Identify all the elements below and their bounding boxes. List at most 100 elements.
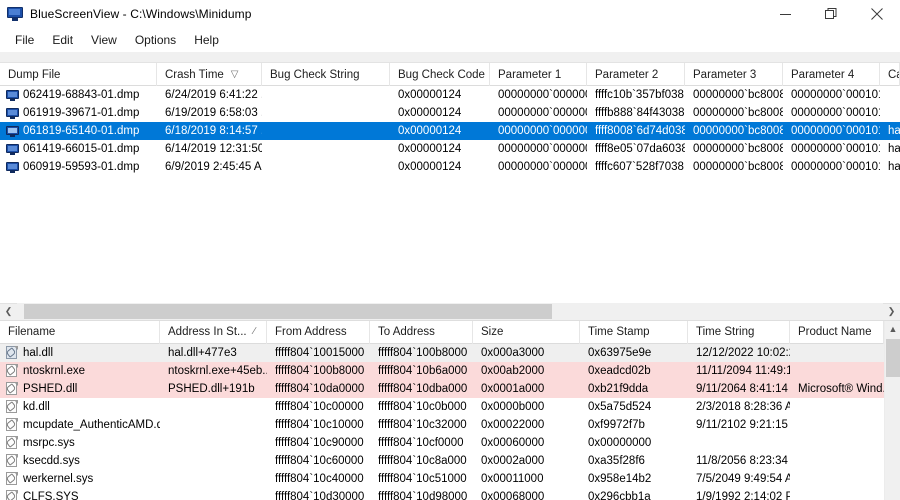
dumps-column-bug-check-string[interactable]: Bug Check String <box>262 63 390 86</box>
cell-from-address: fffff804`10c40000 <box>275 472 364 485</box>
cell-filename: hal.dll <box>0 344 160 362</box>
chevron-left-icon[interactable]: ❮ <box>0 303 17 320</box>
column-label: Filename <box>8 326 56 339</box>
file-icon <box>5 418 18 432</box>
dump-files-body[interactable]: 062419-68843-01.dmp 6/24/2019 6:41:22 ...… <box>0 86 900 303</box>
cell-crash-time: 6/9/2019 2:45:45 AM <box>165 161 262 173</box>
column-label: Parameter 3 <box>693 68 757 81</box>
column-label: Address In St... <box>168 326 247 339</box>
table-row[interactable]: hal.dll hal.dll+477e3 fffff804`10015000 fff… <box>0 343 900 362</box>
menu-file[interactable]: File <box>6 31 43 49</box>
cell-address-in-st: PSHED.dll+191b <box>168 382 255 395</box>
cell-crash-time: 6/24/2019 6:41:22 ... <box>165 89 262 101</box>
cell-product-name: Microsoft® Wind.. <box>798 382 884 395</box>
cell-bug-check-code: 0x00000124 <box>398 125 462 137</box>
drivers-column-time-string[interactable]: Time String <box>688 320 790 344</box>
cell-size: 0x00068000 <box>481 490 545 500</box>
cell-to-address: fffff804`10c51000 <box>378 472 467 485</box>
cell-parameter-2: ffffc10b`357bf038 <box>595 89 684 101</box>
monitor-icon <box>6 107 19 119</box>
close-button[interactable] <box>854 0 900 28</box>
column-label: Crash Time <box>165 68 224 81</box>
cell-to-address: fffff804`10d98000 <box>378 490 468 500</box>
table-row[interactable]: msrpc.sys fffff804`10c90000 fffff804`10cf0… <box>0 434 900 452</box>
cell-text: werkernel.sys <box>23 472 94 485</box>
table-row[interactable]: 062419-68843-01.dmp 6/24/2019 6:41:22 ...… <box>0 86 900 104</box>
cell-parameter-1: 00000000`000000... <box>498 125 587 137</box>
file-icon <box>5 346 18 360</box>
drivers-column-to-address[interactable]: To Address <box>370 320 473 344</box>
drivers-header: Filename Address In St... ∕ From Address To … <box>0 320 900 344</box>
dumps-column-parameter-3[interactable]: Parameter 3 <box>685 63 783 86</box>
table-row[interactable]: ksecdd.sys fffff804`10c60000 fffff804`10c8… <box>0 452 900 470</box>
table-row[interactable]: werkernel.sys fffff804`10c40000 fffff804`1… <box>0 470 900 488</box>
column-label: Ca <box>888 68 899 81</box>
drivers-column-product-name[interactable]: Product Name <box>790 320 884 344</box>
minimize-button[interactable] <box>762 0 808 28</box>
cell-time-string: 11/11/2094 11:49:1... <box>696 364 790 377</box>
dumps-column-dump-file[interactable]: Dump File <box>0 63 157 86</box>
cell-text: msrpc.sys <box>23 436 75 449</box>
cell-from-address: fffff804`10d30000 <box>275 490 365 500</box>
cell-time-string: 1/9/1992 2:14:02 PM <box>696 490 790 500</box>
cell-text: mcupdate_AuthenticAMD.dll <box>23 418 160 431</box>
drivers-column-time-stamp[interactable]: Time Stamp <box>580 320 688 344</box>
cell-time-stamp: 0xeadcd02b <box>588 364 651 377</box>
vertical-scrollbar[interactable]: ▲ <box>884 320 900 500</box>
cell-time-stamp: 0x5a75d524 <box>588 400 652 413</box>
dumps-column-crash-time[interactable]: Crash Time ▽ <box>157 63 262 86</box>
table-row[interactable]: 061919-39671-01.dmp 6/19/2019 6:58:03 ...… <box>0 104 900 122</box>
table-row[interactable]: mcupdate_AuthenticAMD.dll fffff804`10c100… <box>0 416 900 434</box>
bluescreenview-window: BlueScreenView - C:\Windows\Minidump Fil… <box>0 0 900 500</box>
file-icon <box>5 490 18 500</box>
dumps-column-bug-check-code[interactable]: Bug Check Code <box>390 63 490 86</box>
cell-filename: ntoskrnl.exe <box>0 362 160 380</box>
drivers-list[interactable]: Filename Address In St... ∕ From Address To … <box>0 320 900 500</box>
toolbar-strip <box>0 52 900 63</box>
cell-size: 0x00060000 <box>481 436 545 449</box>
vscroll-thumb[interactable] <box>886 338 900 377</box>
menu-edit[interactable]: Edit <box>43 31 82 49</box>
drivers-column-from-address[interactable]: From Address <box>267 320 370 344</box>
menu-view[interactable]: View <box>82 31 126 49</box>
menu-options[interactable]: Options <box>126 31 185 49</box>
cell-parameter-3: 00000000`bc8008... <box>693 107 783 119</box>
horizontal-scrollbar[interactable]: ❮ ❯ <box>0 302 900 321</box>
drivers-column-address-in-st[interactable]: Address In St... ∕ <box>160 320 267 344</box>
sort-indicator-icon: ▽ <box>230 68 239 80</box>
cell-parameter-1: 00000000`000000... <box>498 143 587 155</box>
table-row[interactable]: kd.dll fffff804`10c00000 fffff804`10c0b000… <box>0 398 900 416</box>
cell-dump-file: 062419-68843-01.dmp <box>0 86 157 104</box>
column-label: Bug Check String <box>270 68 360 81</box>
cell-size: 0x0000b000 <box>481 400 545 413</box>
dumps-column-parameter-2[interactable]: Parameter 2 <box>587 63 685 86</box>
table-row[interactable]: PSHED.dll PSHED.dll+191b fffff804`10da0000… <box>0 379 900 398</box>
cell-time-stamp: 0x958e14b2 <box>588 472 652 485</box>
hscroll-track[interactable] <box>17 303 883 321</box>
table-row[interactable]: 061419-66015-01.dmp 6/14/2019 12:31:50...… <box>0 140 900 158</box>
drivers-column-size[interactable]: Size <box>473 320 580 344</box>
table-row[interactable]: ntoskrnl.exe ntoskrnl.exe+45eb... fffff804… <box>0 361 900 380</box>
cell-time-stamp: 0xb21f9dda <box>588 382 649 395</box>
cell-bug-check-code: 0x00000124 <box>398 89 462 101</box>
cell-parameter-2: ffff8e05`07da6038 <box>595 143 685 155</box>
drivers-column-filename[interactable]: Filename <box>0 320 160 344</box>
chevron-up-icon[interactable]: ▲ <box>885 321 900 338</box>
menu-help[interactable]: Help <box>185 31 228 49</box>
cell-text: 060919-59593-01.dmp <box>23 161 140 173</box>
hscroll-thumb[interactable] <box>24 304 552 320</box>
table-row[interactable]: 061819-65140-01.dmp 6/18/2019 8:14:57 ...… <box>0 122 900 140</box>
table-row[interactable]: CLFS.SYS fffff804`10d30000 fffff804`10d980… <box>0 488 900 500</box>
cell-size: 0x00011000 <box>481 472 544 485</box>
dumps-column-parameter-1[interactable]: Parameter 1 <box>490 63 587 86</box>
dumps-column-ca[interactable]: Ca <box>880 63 900 86</box>
cell-text: hal.dll <box>23 346 54 359</box>
chevron-right-icon[interactable]: ❯ <box>883 303 900 320</box>
dumps-column-parameter-4[interactable]: Parameter 4 <box>783 63 880 86</box>
column-label: To Address <box>378 326 435 339</box>
dump-files-list[interactable]: Dump File Crash Time ▽ Bug Check String Bug … <box>0 63 900 303</box>
drivers-body[interactable]: hal.dll hal.dll+477e3 fffff804`10015000 fff… <box>0 343 900 500</box>
restore-button[interactable] <box>808 0 854 28</box>
cell-bug-check-code: 0x00000124 <box>398 107 462 119</box>
table-row[interactable]: 060919-59593-01.dmp 6/9/2019 2:45:45 AM 0x… <box>0 158 900 176</box>
